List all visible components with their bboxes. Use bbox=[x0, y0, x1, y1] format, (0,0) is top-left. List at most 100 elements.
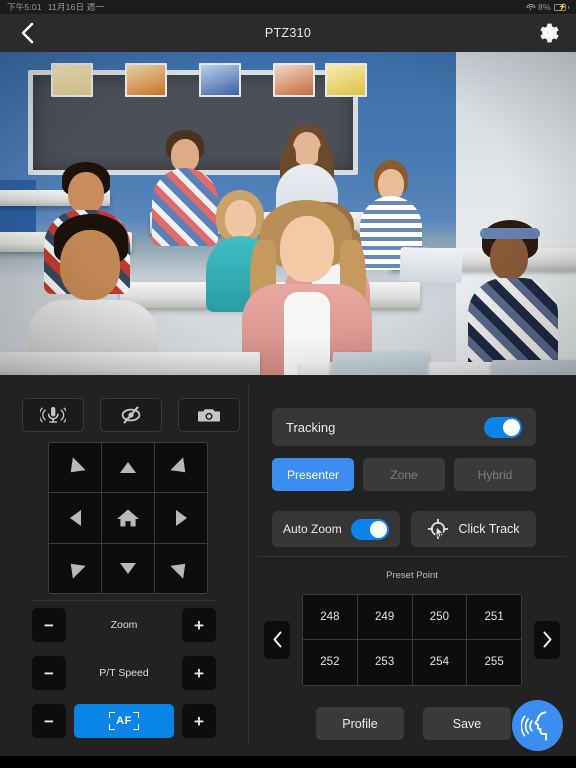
bottom-black-strip bbox=[0, 756, 576, 768]
privacy-button[interactable] bbox=[100, 398, 162, 432]
focus-control-row: − AF + bbox=[32, 704, 216, 738]
preset-point-grid: 248 249 250 251 252 253 254 255 bbox=[302, 593, 522, 686]
triangle-up-left-icon bbox=[64, 457, 86, 479]
right-panel-divider bbox=[258, 556, 566, 557]
plus-icon: + bbox=[194, 615, 204, 635]
page-title: PTZ310 bbox=[264, 26, 312, 40]
pan-tilt-dpad[interactable] bbox=[48, 442, 208, 594]
auto-zoom-control[interactable]: Auto Zoom bbox=[272, 511, 400, 547]
click-track-label: Click Track bbox=[458, 522, 520, 536]
pt-speed-control-row: − P/T Speed + bbox=[32, 656, 216, 690]
focus-minus-button[interactable]: − bbox=[32, 704, 66, 738]
auto-zoom-label: Auto Zoom bbox=[283, 522, 342, 536]
pt-speed-minus-button[interactable]: − bbox=[32, 656, 66, 690]
minus-icon: − bbox=[44, 615, 54, 635]
triangle-left-icon bbox=[69, 509, 81, 526]
tracking-label: Tracking bbox=[286, 419, 336, 435]
mode-hybrid-button[interactable]: Hybrid bbox=[454, 458, 536, 491]
microphone-icon bbox=[40, 407, 66, 423]
preset-prev-button[interactable] bbox=[264, 620, 290, 659]
camera-icon bbox=[198, 409, 220, 422]
status-bar-left: 下午5:01 11月16日 週一 bbox=[7, 1, 104, 13]
home-icon bbox=[117, 509, 139, 527]
triangle-down-right-icon bbox=[170, 557, 192, 579]
ptz-camera-control-app: 下午5:01 11月16日 週一 8% ⚡ PTZ310 − Zoom + − … bbox=[0, 0, 576, 768]
dpad-up-button[interactable] bbox=[102, 443, 154, 493]
status-bar: 下午5:01 11月16日 週一 8% ⚡ bbox=[0, 0, 576, 14]
auto-zoom-row: Auto Zoom Click Track bbox=[272, 511, 536, 547]
dpad-left-button[interactable] bbox=[49, 493, 101, 543]
minus-icon: − bbox=[44, 663, 54, 683]
dpad-up-left-button[interactable] bbox=[49, 443, 101, 493]
zoom-label: Zoom bbox=[110, 619, 138, 631]
dpad-down-button[interactable] bbox=[102, 543, 154, 593]
preset-cell[interactable]: 250 bbox=[412, 594, 467, 639]
pt-speed-plus-button[interactable]: + bbox=[182, 656, 216, 690]
microphone-button[interactable] bbox=[22, 398, 84, 432]
battery-percent-label: 8% bbox=[538, 2, 551, 12]
dpad-down-left-button[interactable] bbox=[49, 543, 101, 593]
preset-cell[interactable]: 249 bbox=[357, 594, 412, 639]
action-button-row: Profile Save bbox=[316, 707, 511, 740]
zoom-plus-button[interactable]: + bbox=[182, 608, 216, 642]
auto-zoom-toggle[interactable] bbox=[351, 518, 389, 540]
triangle-up-icon bbox=[120, 462, 136, 474]
tracking-mode-row: Presenter Zone Hybrid bbox=[272, 458, 536, 491]
chevron-right-icon bbox=[543, 631, 551, 648]
preset-next-button[interactable] bbox=[534, 620, 560, 659]
preset-cell[interactable]: 255 bbox=[467, 640, 521, 685]
preset-cell[interactable]: 252 bbox=[303, 640, 357, 685]
left-panel-divider bbox=[32, 600, 216, 601]
chevron-left-icon bbox=[273, 631, 281, 648]
preset-cell[interactable]: 248 bbox=[303, 594, 357, 639]
dpad-right-button[interactable] bbox=[155, 493, 207, 543]
snapshot-button[interactable] bbox=[178, 398, 240, 432]
battery-charging-icon: ⚡ bbox=[553, 3, 569, 11]
click-track-button[interactable]: Click Track bbox=[411, 511, 536, 547]
settings-button[interactable] bbox=[534, 19, 562, 47]
pt-speed-label: P/T Speed bbox=[99, 667, 149, 679]
status-date: 11月16日 週一 bbox=[47, 2, 105, 12]
zoom-control-row: − Zoom + bbox=[32, 608, 216, 642]
mode-presenter-button[interactable]: Presenter bbox=[272, 458, 354, 491]
triangle-up-right-icon bbox=[170, 457, 192, 479]
triangle-down-icon bbox=[120, 562, 136, 574]
quick-action-row bbox=[22, 398, 240, 432]
video-preview[interactable] bbox=[0, 52, 576, 375]
dpad-down-right-button[interactable] bbox=[155, 543, 207, 593]
panel-divider-vertical bbox=[248, 385, 249, 745]
profile-button[interactable]: Profile bbox=[316, 707, 404, 740]
plus-icon: + bbox=[194, 711, 204, 731]
classroom-scene bbox=[0, 52, 576, 375]
back-button[interactable] bbox=[14, 20, 40, 46]
voice-tracking-icon bbox=[520, 711, 547, 740]
status-time: 下午5:01 bbox=[7, 2, 42, 12]
status-bar-right: 8% ⚡ bbox=[526, 2, 569, 12]
target-cursor-icon bbox=[428, 518, 449, 540]
triangle-right-icon bbox=[175, 509, 187, 526]
preset-point-section: 248 249 250 251 252 253 254 255 bbox=[264, 592, 560, 687]
triangle-down-left-icon bbox=[64, 557, 86, 579]
wifi-icon bbox=[526, 3, 536, 11]
chevron-left-icon bbox=[21, 22, 34, 44]
preset-cell[interactable]: 251 bbox=[467, 594, 521, 639]
voice-tracking-fab[interactable] bbox=[512, 700, 563, 751]
tracking-toggle[interactable] bbox=[484, 416, 522, 438]
autofocus-icon bbox=[109, 712, 139, 730]
dpad-home-button[interactable] bbox=[102, 493, 154, 543]
preset-point-title: Preset Point bbox=[386, 570, 438, 581]
focus-plus-button[interactable]: + bbox=[182, 704, 216, 738]
eye-slash-icon bbox=[121, 406, 141, 424]
gear-icon bbox=[540, 23, 559, 43]
navigation-bar: PTZ310 bbox=[0, 14, 576, 52]
preset-cell[interactable]: 254 bbox=[412, 640, 467, 685]
dpad-up-right-button[interactable] bbox=[155, 443, 207, 493]
tracking-row[interactable]: Tracking bbox=[272, 408, 536, 446]
zoom-minus-button[interactable]: − bbox=[32, 608, 66, 642]
autofocus-button[interactable]: AF bbox=[74, 704, 174, 738]
plus-icon: + bbox=[194, 663, 204, 683]
save-button[interactable]: Save bbox=[423, 707, 511, 740]
minus-icon: − bbox=[44, 711, 54, 731]
mode-zone-button[interactable]: Zone bbox=[363, 458, 445, 491]
preset-cell[interactable]: 253 bbox=[357, 640, 412, 685]
